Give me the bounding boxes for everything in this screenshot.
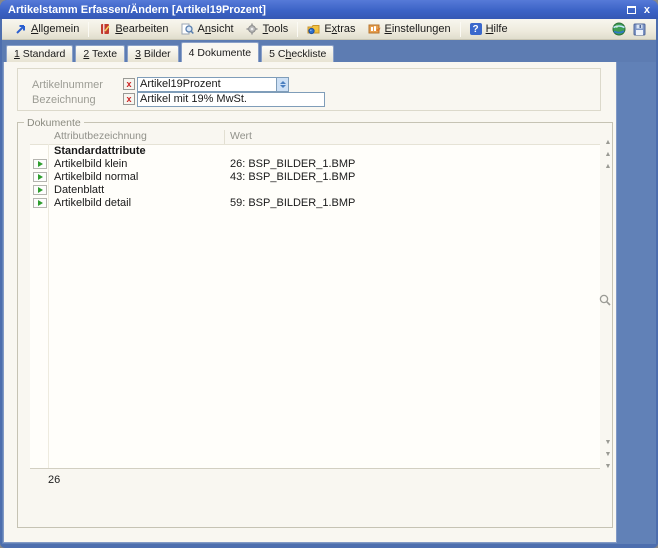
scroll-down-icon[interactable]: ▼ [603,450,613,459]
grid-row-datenblatt[interactable]: Datenblatt [30,184,600,197]
search-icon[interactable] [598,293,614,309]
menu-label: Bearbeiten [115,23,168,35]
attribute-grid: Standardattribute Artikelbild klein 26: … [30,144,600,468]
bezeichnung-label: Bezeichnung [32,94,96,106]
scroll-down-page-icon[interactable]: ▼ [603,438,613,447]
grid-nav-strip: ▲ ▲ ▲ ▼ ▼ ▼ [602,130,614,468]
extras-icon [307,23,320,36]
column-header-attributbezeichnung[interactable]: Attributbezeichnung [54,130,147,142]
toolbar-separator [297,22,298,37]
scroll-bottom-icon[interactable]: ▼ [603,462,613,471]
restore-icon[interactable] [627,6,636,14]
menu-label: Tools [263,23,289,35]
app-window: Artikelstamm Erfassen/Ändern [Artikel19P… [0,0,658,548]
menu-label: Ansicht [198,23,234,35]
scroll-up-page-icon[interactable]: ▲ [603,162,613,171]
tab-texte[interactable]: 2 Texte [75,45,125,62]
grid-row-artikelbild-klein[interactable]: Artikelbild klein 26: BSP_BILDER_1.BMP [30,158,600,171]
tab-strip: 1 Standard 2 Texte 3 Bilder 4 Dokumente … [2,40,656,62]
toolbar-separator [88,22,89,37]
column-header-wert[interactable]: Wert [230,130,252,142]
arrow-up-right-icon [14,23,27,36]
edit-book-icon [98,23,111,36]
scroll-up-icon[interactable]: ▲ [603,150,613,159]
tab-checkliste[interactable]: 5 Checkliste [261,45,334,62]
help-icon: ? [470,23,482,35]
menu-label: Extras [324,23,355,35]
settings-icon [368,23,381,36]
title-bar: Artikelstamm Erfassen/Ändern [Artikel19P… [0,0,658,19]
globe-icon[interactable] [612,22,626,36]
tab-bilder[interactable]: 3 Bilder [127,45,179,62]
menu-ansicht[interactable]: Ansicht [175,21,240,38]
document-link-icon [33,159,47,169]
gear-icon [246,23,259,36]
groupbox-label: Dokumente [24,117,84,129]
menu-einstellungen[interactable]: Einstellungen [362,21,457,38]
magnifier-page-icon [181,23,194,36]
detail-value: 26 [48,474,60,486]
detail-divider [30,468,600,469]
lookup-spinner-icon[interactable] [276,78,288,91]
grid-header: Attributbezeichnung Wert [30,130,600,144]
bezeichnung-input[interactable]: Artikel mit 19% MwSt. [137,92,325,107]
tab-page-dokumente: Artikelnummer x Artikel19Prozent Bezeich… [3,62,617,543]
menu-allgemein[interactable]: Allgemein [8,21,85,38]
article-form: Artikelnummer x Artikel19Prozent Bezeich… [17,68,601,111]
menu-label: Einstellungen [385,23,451,35]
grid-group-row[interactable]: Standardattribute [30,145,600,158]
artikelnummer-input[interactable]: Artikel19Prozent [137,77,289,92]
document-link-icon [33,198,47,208]
grid-row-artikelbild-normal[interactable]: Artikelbild normal 43: BSP_BILDER_1.BMP [30,171,600,184]
scroll-top-icon[interactable]: ▲ [603,138,613,147]
menu-tools[interactable]: Tools [240,21,295,38]
tab-dokumente[interactable]: 4 Dokumente [181,42,259,62]
grid-row-artikelbild-detail[interactable]: Artikelbild detail 59: BSP_BILDER_1.BMP [30,197,600,210]
menu-label: Hilfe [486,23,508,35]
document-link-icon [33,185,47,195]
toolbar-separator [460,22,461,37]
clear-field-icon[interactable]: x [123,78,135,90]
dokumente-groupbox: Dokumente Attributbezeichnung Wert Stand… [17,122,613,528]
document-link-icon [33,172,47,182]
clear-field-icon[interactable]: x [123,93,135,105]
menu-bar: Allgemein Bearbeiten Ansicht Tools [2,19,656,40]
window-title: Artikelstamm Erfassen/Ändern [Artikel19P… [8,4,266,16]
menu-extras[interactable]: Extras [301,21,361,38]
save-icon[interactable] [633,23,646,36]
artikelnummer-label: Artikelnummer [32,79,103,91]
tab-standard[interactable]: 1 Standard [6,45,73,62]
menu-label: Allgemein [31,23,79,35]
icon-column-separator [48,144,49,468]
menu-bearbeiten[interactable]: Bearbeiten [92,21,174,38]
menu-hilfe[interactable]: ? Hilfe [464,21,514,37]
close-icon[interactable]: x [644,5,650,15]
